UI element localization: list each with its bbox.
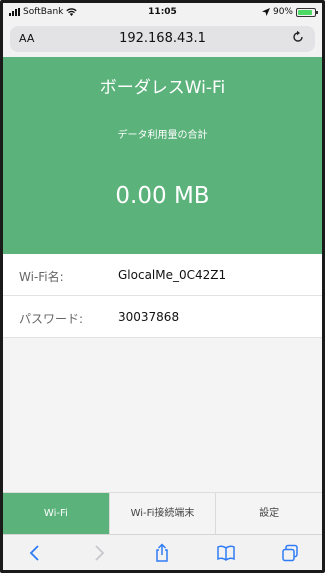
share-button[interactable] [142, 538, 182, 568]
battery-percent: 90% [272, 7, 293, 17]
address-bar[interactable]: AA 192.168.43.1 [10, 26, 315, 52]
tab-connected-devices[interactable]: Wi-Fi接続端末 [108, 493, 216, 534]
status-right: 90% [261, 7, 318, 17]
book-icon [217, 545, 236, 561]
bottom-tab-bar: Wi-Fi Wi-Fi接続端末 設定 [3, 492, 323, 534]
ssid-label: Wi-Fi名: [19, 270, 64, 284]
browser-address-area: AA 192.168.43.1 [3, 23, 322, 57]
chevron-left-icon [29, 544, 39, 561]
ssid-value: GlocalMe_0C42Z1 [118, 268, 227, 282]
wifi-info-list: Wi-Fi名: GlocalMe_0C42Z1 パスワード: 30037868 [3, 254, 322, 338]
battery-icon [296, 7, 318, 17]
url-text[interactable]: 192.168.43.1 [10, 31, 315, 46]
tabs-button[interactable] [270, 538, 310, 568]
reload-icon[interactable] [291, 30, 305, 44]
usage-label: データ利用量の合計 [117, 130, 208, 141]
password-value: 30037868 [118, 310, 180, 324]
status-bar: SoftBank 11:05 90% [3, 3, 322, 23]
usage-header: ボーダレスWi-Fi データ利用量の合計 0.00 MB [3, 57, 322, 254]
back-button[interactable] [15, 538, 55, 568]
chevron-right-icon [95, 544, 104, 561]
usage-value: 0.00 MB [115, 183, 210, 209]
forward-button[interactable] [79, 538, 119, 568]
password-row: パスワード: 30037868 [3, 296, 322, 338]
tabs-icon [282, 544, 298, 561]
ssid-row: Wi-Fi名: GlocalMe_0C42Z1 [3, 254, 322, 296]
browser-toolbar [3, 534, 322, 570]
tab-wifi[interactable]: Wi-Fi [3, 493, 109, 534]
bookmarks-button[interactable] [206, 538, 246, 568]
page-title: ボーダレスWi-Fi [99, 78, 226, 98]
password-label: パスワード: [19, 312, 84, 326]
location-arrow-icon [261, 8, 270, 16]
empty-area [3, 338, 322, 492]
share-icon [156, 542, 169, 562]
tab-settings[interactable]: 設定 [215, 493, 323, 534]
battery-fill [298, 9, 313, 15]
